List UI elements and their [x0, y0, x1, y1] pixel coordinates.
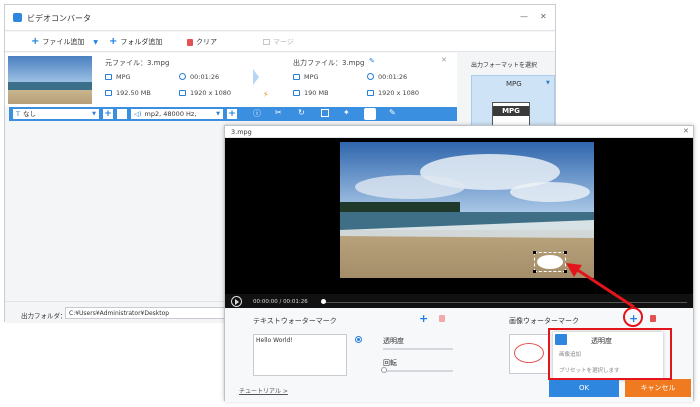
merge-button[interactable]: マージ: [263, 36, 294, 48]
info-icon[interactable]: ⓘ: [253, 108, 261, 119]
resolution-icon: [367, 90, 374, 96]
app-logo-icon: [13, 13, 22, 22]
output-folder-label: 出力フォルダ：: [21, 312, 67, 320]
text-watermark-input[interactable]: Hello World!: [253, 334, 347, 376]
source-size: 192.50 MB: [105, 89, 151, 97]
annotation-arrow: [566, 263, 635, 309]
source-format: MPG: [105, 73, 131, 81]
format-icon: [105, 74, 112, 80]
app-title: ビデオコンバータ: [27, 14, 91, 23]
format-icon: [293, 74, 300, 80]
folder-icon: [293, 90, 300, 96]
add-audio-button[interactable]: +: [227, 109, 237, 119]
plus-icon: +: [31, 36, 40, 47]
text-watermark-radio[interactable]: [355, 336, 362, 343]
watermark-handle-tl[interactable]: [533, 251, 536, 254]
delete-image-watermark-icon[interactable]: [650, 315, 656, 322]
source-duration: 00:01:26: [179, 73, 219, 81]
toolbar: + ファイル追加 ▼ + フォルダ追加 クリア マージ: [5, 32, 555, 52]
edit-icon[interactable]: ✎: [389, 108, 396, 117]
operations-bar: T なし ▼ + ◁) mp2, 48000 Hz, ▼ + ⓘ ✂ ↻ ✦ ✎: [9, 107, 457, 121]
minimize-button[interactable]: —: [520, 12, 528, 21]
merge-icon: [263, 39, 270, 45]
title-bar: ビデオコンバータ — ✕: [5, 5, 555, 31]
time-total: 00:01:26: [283, 299, 308, 305]
rotation-slider-knob[interactable]: [381, 367, 387, 373]
source-file-label: 元ファイル：3.mpg: [105, 59, 170, 67]
clock-icon: [179, 73, 186, 80]
image-watermark-label: 画像ウォーターマーク: [509, 317, 579, 325]
tutorial-link[interactable]: チュートリアル >: [239, 386, 288, 395]
rotation-slider[interactable]: [383, 370, 453, 372]
edit-pencil-icon[interactable]: ✎: [369, 57, 375, 65]
remove-file-icon[interactable]: ✕: [441, 56, 447, 64]
plus-icon: +: [109, 36, 118, 47]
effects-icon[interactable]: ✦: [343, 108, 350, 117]
ok-button[interactable]: OK: [549, 379, 619, 397]
clear-button[interactable]: クリア: [187, 36, 217, 48]
watermark-handle-tr[interactable]: [564, 251, 567, 254]
time-display: 00:00:00 / 00:01:26: [253, 299, 308, 305]
output-duration: 00:01:26: [367, 73, 407, 81]
audio-select[interactable]: ◁) mp2, 48000 Hz, ▼: [131, 109, 223, 119]
dialog-close-button[interactable]: ✕: [683, 127, 689, 135]
convert-arrow-icon: [253, 69, 259, 85]
output-size: 190 MB: [293, 89, 329, 97]
chevron-down-icon: ▼: [216, 111, 220, 117]
speaker-icon: ◁): [134, 110, 142, 118]
subtitle-select[interactable]: T なし ▼: [13, 109, 99, 119]
add-subtitle-button[interactable]: +: [103, 109, 113, 119]
add-file-label: ファイル追加: [42, 38, 85, 46]
source-resolution: 1920 x 1080: [179, 89, 231, 97]
close-button[interactable]: ✕: [540, 12, 547, 21]
opacity-label: 透明度: [383, 337, 404, 345]
folder-icon: [105, 90, 112, 96]
add-folder-label: フォルダ追加: [120, 38, 163, 46]
add-folder-button[interactable]: + フォルダ追加: [109, 36, 162, 48]
file-row[interactable]: 元ファイル：3.mpg MPG 00:01:26 192.50 MB 1920 …: [5, 53, 457, 107]
opacity-slider[interactable]: [383, 348, 453, 350]
video-frame: [340, 142, 594, 278]
trash-icon: [187, 38, 193, 46]
highlight-box: [548, 328, 672, 380]
add-text-watermark-button[interactable]: +: [419, 313, 428, 324]
chevron-down-icon: ▼: [92, 111, 96, 117]
watermark-icon[interactable]: [364, 108, 376, 120]
resolution-icon: [179, 90, 186, 96]
seek-knob[interactable]: [321, 299, 326, 304]
subtitle-edit-icon[interactable]: [117, 109, 127, 119]
image-watermark-thumbnail[interactable]: [509, 334, 549, 374]
output-format: MPG: [293, 73, 319, 81]
output-format-label: 出力フォーマットを選択: [471, 62, 538, 69]
merge-label: マージ: [273, 38, 294, 46]
selected-format-label: MPG: [506, 80, 522, 88]
delete-text-watermark-icon[interactable]: [439, 315, 445, 322]
cancel-button[interactable]: キャンセル: [625, 379, 691, 397]
output-resolution: 1920 x 1080: [367, 89, 419, 97]
time-current: 00:00:00: [253, 299, 278, 305]
dialog-title: 3.mpg: [231, 128, 252, 136]
add-file-button[interactable]: + ファイル追加 ▼: [31, 36, 98, 48]
output-file-label: 出力ファイル：3.mpg: [293, 59, 365, 67]
lightning-icon: ⚡: [263, 90, 269, 99]
crop-icon[interactable]: [321, 109, 329, 117]
output-folder-input[interactable]: C:¥Users¥Administrator¥Desktop: [65, 307, 225, 319]
chevron-down-icon[interactable]: ▼: [93, 39, 98, 46]
subtitle-icon: T: [16, 110, 20, 118]
cut-icon[interactable]: ✂: [275, 108, 282, 117]
video-thumbnail[interactable]: [8, 56, 92, 104]
watermark-handle-bl[interactable]: [533, 270, 536, 273]
rotate-icon[interactable]: ↻: [298, 108, 305, 117]
play-icon: [235, 299, 239, 305]
text-watermark-label: テキストウォーターマーク: [253, 317, 337, 325]
play-button[interactable]: [231, 296, 242, 307]
clear-label: クリア: [196, 38, 217, 46]
dialog-title-bar: 3.mpg ✕: [225, 126, 693, 138]
chevron-down-icon: ▼: [546, 80, 550, 86]
time-separator: /: [279, 299, 282, 305]
clock-icon: [367, 73, 374, 80]
